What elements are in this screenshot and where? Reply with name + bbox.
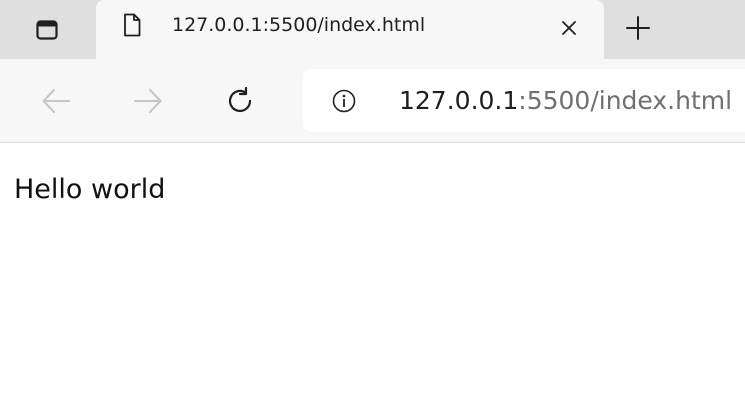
page-content: Hello world xyxy=(0,143,745,403)
tab-title: 127.0.0.1:5500/index.html xyxy=(172,14,426,36)
tab-actions-icon xyxy=(36,19,58,40)
page-body-text: Hello world xyxy=(14,174,166,205)
info-icon[interactable] xyxy=(332,89,356,113)
tab-strip: 127.0.0.1:5500/index.html xyxy=(0,0,745,59)
browser-tab[interactable]: 127.0.0.1:5500/index.html xyxy=(96,0,604,59)
reload-icon xyxy=(228,86,252,113)
reload-button[interactable] xyxy=(216,77,264,125)
url-host: 127.0.0.1 xyxy=(399,86,519,115)
arrow-left-icon xyxy=(42,89,70,113)
close-icon xyxy=(562,21,576,35)
document-icon xyxy=(124,13,141,37)
url-path: :5500/index.html xyxy=(518,86,733,115)
tab-close-button[interactable] xyxy=(559,18,579,38)
forward-button[interactable] xyxy=(124,77,172,125)
new-tab-button[interactable] xyxy=(610,0,666,56)
arrow-right-icon xyxy=(134,89,162,113)
back-button[interactable] xyxy=(32,77,80,125)
address-bar[interactable]: 127.0.0.1:5500/index.html xyxy=(303,69,745,132)
browser-toolbar: 127.0.0.1:5500/index.html xyxy=(0,59,745,143)
url-text[interactable]: 127.0.0.1:5500/index.html xyxy=(399,85,732,117)
tab-actions-button[interactable] xyxy=(0,0,94,59)
plus-icon xyxy=(626,16,650,40)
